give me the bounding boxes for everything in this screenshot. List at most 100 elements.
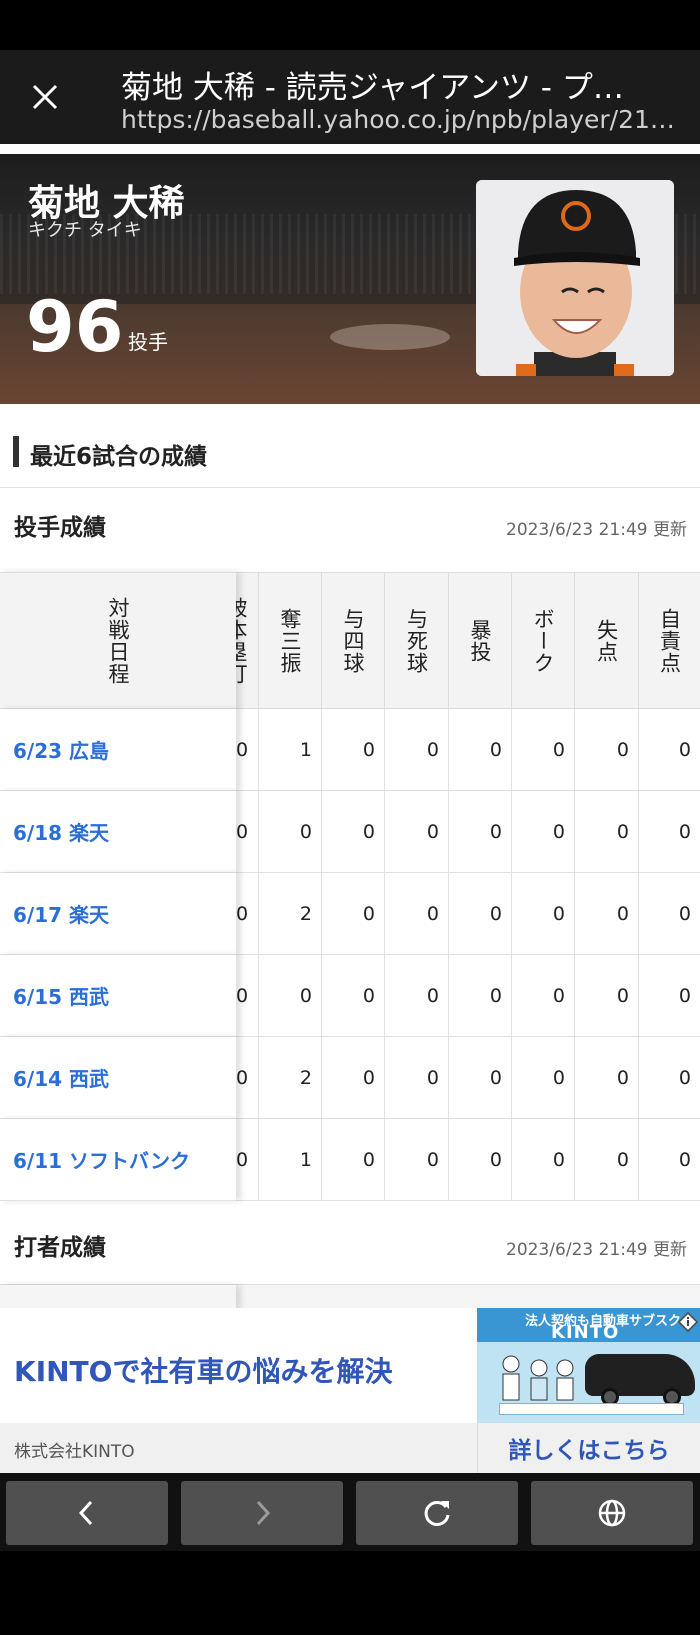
table-cell: 0 [575, 709, 639, 791]
column-header-label: 自責点 [657, 607, 682, 674]
table-cell: 0 [449, 1119, 512, 1201]
browser-nav-bar [0, 1473, 700, 1551]
page-url[interactable]: https://baseball.yahoo.co.jp/npb/player/… [121, 105, 681, 134]
batting-header: 打者成績 2023/6/23 21:49 更新 [0, 1208, 700, 1278]
reload-button[interactable] [356, 1481, 518, 1545]
column-header: 与死球 [385, 572, 449, 709]
advertisement[interactable]: KINTOで社有車の悩みを解決 法人契約も自動車サブスク KINTO 株式会社K… [0, 1308, 700, 1473]
player-position: 投手 [128, 330, 168, 354]
browser-toolbar: 菊地 大稀 - 読売ジャイアンツ - プ… https://baseball.y… [0, 50, 700, 144]
section-title: 最近6試合の成績 [30, 444, 208, 470]
pitching-title: 投手成績 [14, 515, 106, 541]
table-cell: 0 [449, 791, 512, 873]
table-cell: 0 [449, 1037, 512, 1119]
table-cell: 0 [385, 873, 449, 955]
player-number: 96 [26, 286, 124, 368]
table-cell: 0 [259, 791, 322, 873]
ad-headline[interactable]: KINTOで社有車の悩みを解決 [14, 1350, 392, 1390]
table-cell: 0 [512, 955, 575, 1037]
ad-info-icon[interactable] [678, 1312, 698, 1332]
column-header: ボーク [512, 572, 575, 709]
gesture-area [0, 1551, 700, 1635]
table-cell-partial: 0 [236, 1037, 259, 1119]
ad-company: 株式会社KINTO [14, 1442, 135, 1462]
column-header: 与四球 [322, 572, 385, 709]
table-cell: 1 [259, 1119, 322, 1201]
table-cell: 0 [385, 709, 449, 791]
close-icon [32, 84, 58, 110]
batting-updated: 2023/6/23 21:49 更新 [506, 1240, 687, 1260]
table-cell-partial: 0 [236, 955, 259, 1037]
ad-banner-strip [499, 1403, 684, 1415]
table-cell: 0 [639, 791, 700, 873]
table-cell: 0 [512, 791, 575, 873]
date-column-header-label: 対戦日程 [106, 596, 130, 685]
batting-table[interactable] [0, 1284, 700, 1311]
table-cell-partial: 0 [236, 709, 259, 791]
partial-column-header-label: 被本塁打 [236, 596, 248, 685]
people-illustration [502, 1355, 574, 1401]
table-cell: 0 [385, 791, 449, 873]
home-plate-decoration [330, 324, 450, 350]
table-cell-partial: 0 [236, 873, 259, 955]
date-column-header: 対戦日程 [0, 572, 236, 709]
chevron-left-icon [78, 1500, 93, 1526]
ad-cta-button[interactable]: 詳しくはこちら [477, 1423, 700, 1473]
close-button[interactable] [22, 74, 68, 120]
forward-button[interactable] [181, 1481, 343, 1545]
table-cell: 0 [575, 1119, 639, 1201]
table-cell: 0 [259, 955, 322, 1037]
recent-games-section-header: 最近6試合の成績 [0, 404, 700, 488]
ad-banner-brand: KINTO [551, 1322, 620, 1343]
table-cell: 0 [449, 709, 512, 791]
table-cell: 0 [322, 1037, 385, 1119]
globe-button[interactable] [531, 1481, 693, 1545]
table-cell: 0 [512, 1119, 575, 1201]
table-cell: 0 [322, 709, 385, 791]
ad-banner-image[interactable]: 法人契約も自動車サブスク KINTO [477, 1308, 700, 1423]
table-cell: 1 [259, 709, 322, 791]
table-cell: 0 [512, 709, 575, 791]
back-button[interactable] [6, 1481, 168, 1545]
column-header-label: 与死球 [404, 607, 429, 674]
table-cell: 0 [639, 1119, 700, 1201]
player-photo [476, 180, 674, 376]
pitching-updated: 2023/6/23 21:49 更新 [506, 520, 687, 540]
table-cell: 0 [449, 873, 512, 955]
partial-column-header: 被本塁打 [236, 572, 259, 709]
page-content: 菊地 大稀 キクチ タイキ 96 投手 最近6試合の成績 投手成績 2023/6… [0, 144, 700, 1473]
column-header: 自責点 [639, 572, 700, 709]
page-title: 菊地 大稀 - 読売ジャイアンツ - プ… [121, 70, 624, 106]
table-cell: 0 [639, 709, 700, 791]
table-cell-partial: 0 [236, 791, 259, 873]
table-cell: 0 [385, 955, 449, 1037]
table-cell: 0 [449, 955, 512, 1037]
table-cell: 0 [639, 1037, 700, 1119]
table-cell: 0 [385, 1037, 449, 1119]
table-cell-partial: 0 [236, 1119, 259, 1201]
column-header-label: 暴投 [468, 618, 492, 663]
batting-title: 打者成績 [14, 1235, 106, 1261]
table-cell: 0 [322, 791, 385, 873]
player-header: 菊地 大稀 キクチ タイキ 96 投手 [0, 154, 700, 404]
game-date-link[interactable]: 6/23 広島 [0, 709, 236, 791]
table-cell: 0 [512, 873, 575, 955]
pitching-header: 投手成績 2023/6/23 21:49 更新 [0, 488, 700, 558]
game-date-link[interactable]: 6/18 楽天 [0, 791, 236, 873]
game-date-link[interactable]: 6/11 ソフトバンク [0, 1119, 236, 1201]
table-cell: 0 [575, 1037, 639, 1119]
table-cell: 0 [639, 955, 700, 1037]
game-date-link[interactable]: 6/17 楽天 [0, 873, 236, 955]
game-date-link[interactable]: 6/14 西武 [0, 1037, 236, 1119]
reload-icon [424, 1500, 450, 1526]
game-date-link[interactable]: 6/15 西武 [0, 955, 236, 1037]
table-cell: 2 [259, 873, 322, 955]
ad-footer: 株式会社KINTO 詳しくはこちら [0, 1423, 700, 1473]
globe-icon [598, 1499, 626, 1527]
column-header-label: 失点 [594, 618, 619, 663]
pitching-table[interactable]: 対戦日程 被本塁打 奪三振 与四球 与死球 暴投 ボーク 失点 自責点 6/23… [0, 572, 700, 1201]
table-cell: 0 [322, 873, 385, 955]
column-header-label: 与四球 [341, 607, 365, 674]
player-kana: キクチ タイキ [28, 220, 142, 241]
section-accent-bar [13, 436, 19, 467]
